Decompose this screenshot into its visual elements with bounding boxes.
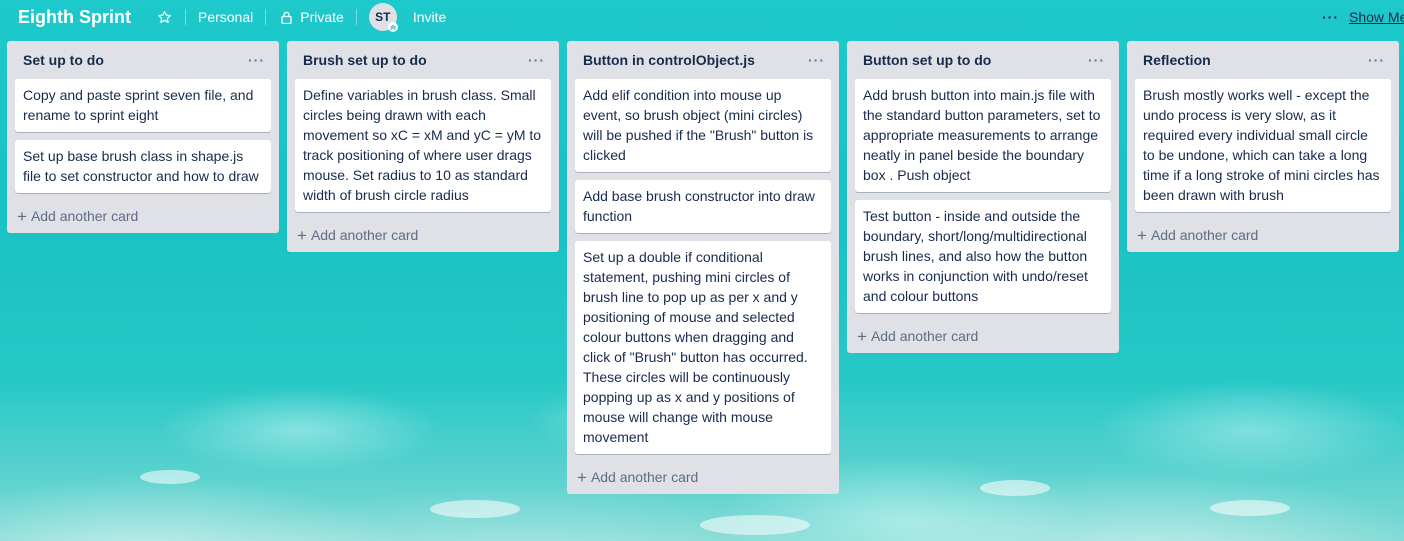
wave-foam — [1210, 500, 1290, 516]
list-header[interactable]: Button in controlObject.js ··· — [567, 41, 839, 79]
card[interactable]: Copy and paste sprint seven file, and re… — [15, 79, 271, 132]
list-header[interactable]: Brush set up to do ··· — [287, 41, 559, 79]
board-header: Eighth Sprint Personal Private ST Invite — [0, 0, 1404, 34]
avatar[interactable]: ST — [368, 3, 398, 32]
card-list: Add elif condition into mouse up event, … — [567, 79, 839, 454]
card[interactable]: Brush mostly works well - except the und… — [1135, 79, 1391, 212]
list-header[interactable]: Set up to do ··· — [7, 41, 279, 79]
show-menu-label: Show Me — [1349, 9, 1404, 25]
more-icon: ··· — [1322, 9, 1339, 25]
wave-foam — [430, 500, 520, 518]
card[interactable]: Set up a double if conditional statement… — [575, 241, 831, 454]
list-set-up-to-do: Set up to do ··· Copy and paste sprint s… — [7, 41, 279, 233]
admin-chevron-icon — [387, 22, 398, 32]
wave-foam — [140, 470, 200, 484]
add-card-button[interactable]: + Add another card — [1127, 218, 1399, 252]
add-card-button[interactable]: + Add another card — [287, 218, 559, 252]
list-header[interactable]: Reflection ··· — [1127, 41, 1399, 79]
invite-button[interactable]: Invite — [413, 9, 446, 25]
list-title[interactable]: Brush set up to do — [303, 52, 427, 68]
board-title[interactable]: Eighth Sprint — [18, 7, 131, 28]
show-menu-button[interactable]: ··· Show Me — [1322, 0, 1404, 34]
list-menu-icon[interactable]: ··· — [1368, 52, 1385, 68]
list-title[interactable]: Button in controlObject.js — [583, 52, 755, 68]
card[interactable]: Test button - inside and outside the bou… — [855, 200, 1111, 313]
header-divider — [265, 9, 267, 25]
add-card-button[interactable]: + Add another card — [567, 460, 839, 494]
team-label: Personal — [197, 9, 254, 25]
card[interactable]: Set up base brush class in shape.js file… — [15, 140, 271, 193]
plus-icon: + — [577, 467, 587, 487]
wave-foam — [980, 480, 1050, 496]
list-title[interactable]: Button set up to do — [863, 52, 991, 68]
list-menu-icon[interactable]: ··· — [1088, 52, 1105, 68]
add-card-label: Add another card — [30, 208, 139, 224]
card[interactable]: Add elif condition into mouse up event, … — [575, 79, 831, 172]
list-header[interactable]: Button set up to do ··· — [847, 41, 1119, 79]
plus-icon: + — [297, 225, 307, 245]
header-divider — [184, 9, 186, 25]
lock-icon — [278, 9, 294, 25]
card-list: Brush mostly works well - except the und… — [1127, 79, 1399, 212]
list-reflection: Reflection ··· Brush mostly works well -… — [1127, 41, 1399, 252]
visibility-button[interactable]: Private — [278, 9, 344, 25]
card[interactable]: Add brush button into main.js file with … — [855, 79, 1111, 192]
plus-icon: + — [1137, 225, 1147, 245]
add-card-label: Add another card — [590, 469, 699, 485]
add-card-label: Add another card — [310, 227, 419, 243]
card[interactable]: Add base brush constructor into draw fun… — [575, 180, 831, 233]
team-button[interactable]: Personal — [198, 9, 253, 25]
plus-icon: + — [857, 326, 867, 346]
list-button-in-controlobject: Button in controlObject.js ··· Add elif … — [567, 41, 839, 494]
avatar-initials: ST — [375, 10, 391, 24]
star-icon[interactable] — [157, 9, 173, 25]
list-title[interactable]: Reflection — [1143, 52, 1211, 68]
card-list: Add brush button into main.js file with … — [847, 79, 1119, 313]
list-menu-icon[interactable]: ··· — [528, 52, 545, 68]
list-button-set-up-to-do: Button set up to do ··· Add brush button… — [847, 41, 1119, 353]
list-menu-icon[interactable]: ··· — [808, 52, 825, 68]
invite-label: Invite — [412, 9, 447, 25]
add-card-button[interactable]: + Add another card — [7, 199, 279, 233]
add-card-label: Add another card — [870, 328, 979, 344]
add-card-button[interactable]: + Add another card — [847, 319, 1119, 353]
header-divider — [355, 9, 357, 25]
wave-foam — [700, 515, 810, 535]
list-menu-icon[interactable]: ··· — [248, 52, 265, 68]
list-title[interactable]: Set up to do — [23, 52, 104, 68]
card[interactable]: Define variables in brush class. Small c… — [295, 79, 551, 212]
list-brush-set-up-to-do: Brush set up to do ··· Define variables … — [287, 41, 559, 252]
add-card-label: Add another card — [1150, 227, 1259, 243]
card-list: Copy and paste sprint seven file, and re… — [7, 79, 279, 193]
visibility-label: Private — [300, 9, 344, 25]
plus-icon: + — [17, 206, 27, 226]
card-list: Define variables in brush class. Small c… — [287, 79, 559, 212]
